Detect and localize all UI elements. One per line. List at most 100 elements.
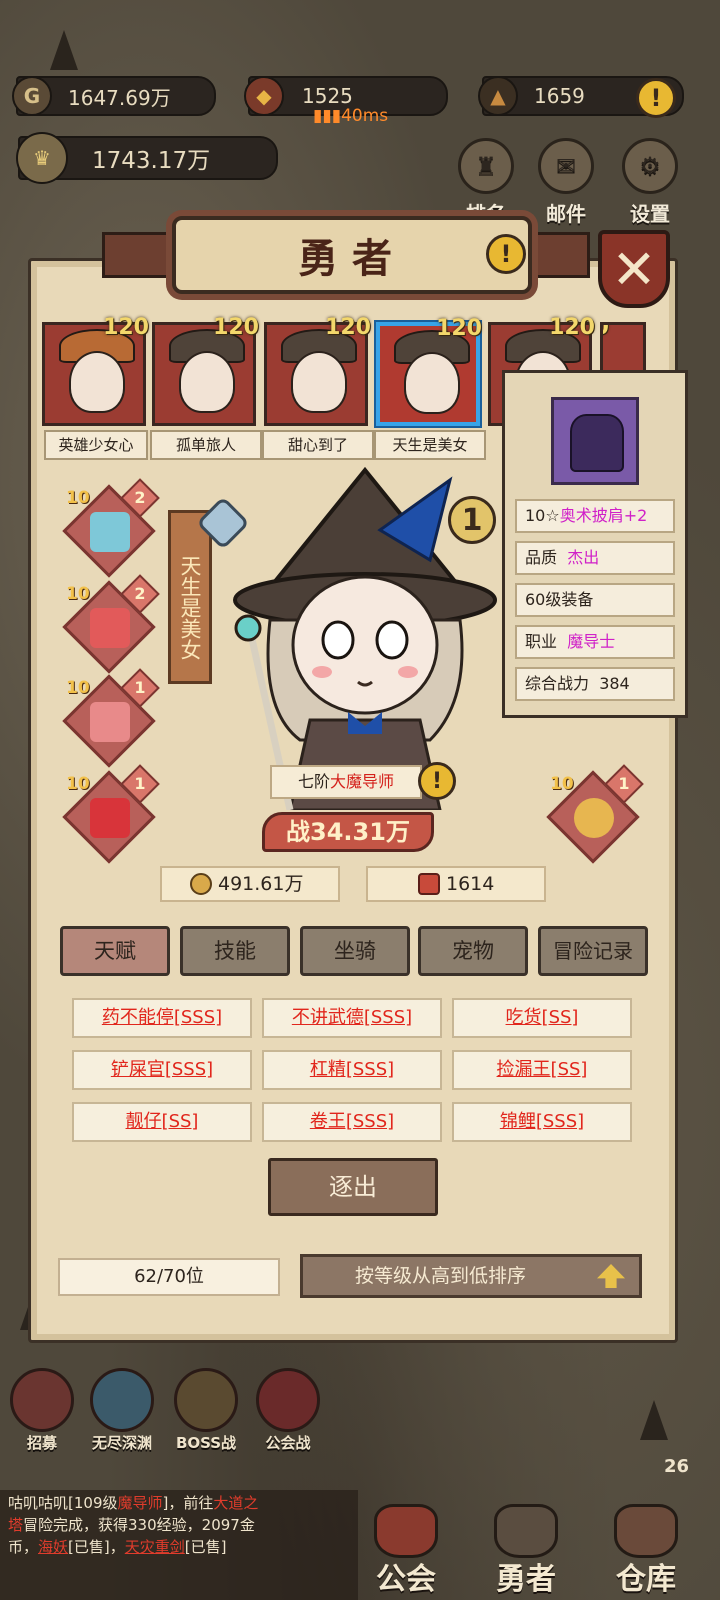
tree-decoration bbox=[50, 30, 78, 70]
ring-icon bbox=[574, 798, 614, 838]
star-level: 10 bbox=[66, 584, 90, 604]
warning-icon[interactable]: ! bbox=[636, 78, 676, 118]
scroll-icon bbox=[418, 873, 440, 895]
talent-item[interactable]: 锦鲤[SSS] bbox=[452, 1102, 632, 1142]
talent-item[interactable]: 杠精[SSS] bbox=[262, 1050, 442, 1090]
star-level: 10 bbox=[66, 488, 90, 508]
boots-icon bbox=[90, 798, 130, 838]
sort-button[interactable]: 按等级从高到低排序 bbox=[300, 1254, 642, 1298]
help-icon[interactable]: ! bbox=[486, 234, 526, 274]
star-level: 10 bbox=[550, 774, 574, 794]
chat-line: 塔冒险完成，获得330经验，2097金 bbox=[8, 1516, 255, 1534]
talent-item[interactable]: 铲屎官[SSS] bbox=[72, 1050, 252, 1090]
talent-item[interactable]: 捡漏王[SS] bbox=[452, 1050, 632, 1090]
gear-icon: ⚙ bbox=[622, 138, 678, 194]
scroll-cost: 1614 bbox=[366, 866, 546, 902]
equipment-slot-weapon[interactable]: 10 2 bbox=[62, 478, 160, 578]
hero-level: 120 bbox=[325, 315, 371, 340]
tab-talent[interactable]: 天赋 bbox=[60, 926, 170, 976]
gem-icon: ▲ bbox=[478, 76, 518, 116]
power-emblem-icon: ♛ bbox=[16, 132, 68, 184]
hero-class-label: 七阶大魔导师 bbox=[270, 765, 422, 799]
hero-portrait[interactable]: 120 bbox=[152, 315, 259, 426]
warehouse-badge: 26 bbox=[664, 1456, 690, 1477]
hero-level: 120 bbox=[549, 315, 595, 340]
hero-level: 120 bbox=[103, 315, 149, 340]
nav-heroes[interactable]: 勇者 bbox=[466, 1500, 586, 1600]
talent-item[interactable]: 药不能停[SSS] bbox=[72, 998, 252, 1038]
star-level: 10 bbox=[66, 678, 90, 698]
hero-face bbox=[404, 352, 460, 414]
item-quality-row: 品质 杰出 bbox=[515, 541, 675, 575]
hero-face bbox=[179, 351, 235, 413]
guild-war-button[interactable]: 公会战 bbox=[248, 1368, 328, 1453]
star-level: 10 bbox=[66, 774, 90, 794]
class-info-icon[interactable]: ! bbox=[418, 762, 456, 800]
mail-icon: ✉ bbox=[538, 138, 594, 194]
expel-button[interactable]: 逐出 bbox=[268, 1158, 438, 1216]
total-power-counter: ♛ 1743.17万 bbox=[16, 132, 278, 184]
staff-icon bbox=[90, 512, 130, 552]
tab-adventure-log[interactable]: 冒险记录 bbox=[538, 926, 648, 976]
hero-title-ribbon: 天生是美女 bbox=[168, 510, 212, 684]
hero-portrait-selected[interactable]: 120 bbox=[376, 316, 482, 426]
ranking-button[interactable]: ♜ 排名 bbox=[450, 138, 522, 227]
hero-portrait[interactable]: 120 bbox=[264, 315, 371, 426]
glove-icon bbox=[90, 702, 130, 742]
cloak-icon bbox=[551, 397, 639, 485]
nav-warehouse[interactable]: 仓库 bbox=[586, 1500, 706, 1600]
tab-skills[interactable]: 技能 bbox=[180, 926, 290, 976]
recruit-button[interactable]: 招募 bbox=[2, 1368, 82, 1453]
chat-log[interactable]: 咕叽咕叽[109级魔导师]，前往大道之 塔冒险完成，获得330经验，2097金 … bbox=[0, 1490, 358, 1600]
hero-level: 120 bbox=[213, 315, 259, 340]
hero-name-label: 英雄少女心 bbox=[44, 430, 148, 460]
hero-face bbox=[69, 351, 125, 413]
equipment-slot-ring[interactable]: 10 1 bbox=[546, 764, 644, 864]
close-button[interactable]: ✕ bbox=[598, 230, 670, 308]
tab-pet[interactable]: 宠物 bbox=[418, 926, 528, 976]
helmet-icon bbox=[174, 1368, 238, 1432]
viking-helmet-icon bbox=[494, 1504, 558, 1558]
talent-item[interactable]: 不讲武德[SSS] bbox=[262, 998, 442, 1038]
settings-button[interactable]: ⚙ 设置 bbox=[614, 138, 686, 227]
tree-decoration bbox=[640, 1400, 668, 1440]
hero-level: 120 bbox=[603, 325, 609, 340]
item-info-popup: 10☆奥术披肩+2 品质 杰出 60级装备 职业 魔导士 综合战力 384 bbox=[502, 370, 688, 718]
level-badge: 1 bbox=[448, 496, 496, 544]
equipment-slot-gloves[interactable]: 10 1 bbox=[62, 668, 160, 768]
item-power-row: 综合战力 384 bbox=[515, 667, 675, 701]
panel-title: 勇者 bbox=[172, 216, 532, 294]
network-ping: ▮▮▮40ms bbox=[313, 106, 389, 126]
gold-coin-icon: G bbox=[12, 76, 52, 116]
equipment-slot-boots[interactable]: 10 1 bbox=[62, 764, 160, 864]
hero-level: 120 bbox=[436, 316, 482, 341]
robe-icon bbox=[90, 608, 130, 648]
nav-guild[interactable]: 公会 bbox=[346, 1500, 466, 1600]
crossed-swords-icon bbox=[256, 1368, 320, 1432]
ranking-icon: ♜ bbox=[458, 138, 514, 194]
chat-line: 币，海妖[已售]，天灾重剑[已售] bbox=[8, 1538, 227, 1556]
recruit-icon bbox=[10, 1368, 74, 1432]
hero-face bbox=[291, 351, 347, 413]
mail-button[interactable]: ✉ 邮件 bbox=[530, 138, 602, 227]
talent-item[interactable]: 靓仔[SS] bbox=[72, 1102, 252, 1142]
guild-icon bbox=[374, 1504, 438, 1558]
warehouse-icon bbox=[614, 1504, 678, 1558]
crest-icon: ◆ bbox=[244, 76, 284, 116]
item-job-row: 职业 魔导士 bbox=[515, 625, 675, 659]
gold-cost: 491.61万 bbox=[160, 866, 340, 902]
talent-item[interactable]: 卷王[SSS] bbox=[262, 1102, 442, 1142]
endless-abyss-button[interactable]: 无尽深渊 bbox=[82, 1368, 162, 1453]
item-level-row: 60级装备 bbox=[515, 583, 675, 617]
hero-portrait[interactable]: 120 bbox=[42, 315, 149, 426]
abyss-icon bbox=[90, 1368, 154, 1432]
hero-combat-power: 战34.31万 bbox=[262, 812, 434, 852]
gold-coin-icon bbox=[190, 873, 212, 895]
tab-mount[interactable]: 坐骑 bbox=[300, 926, 410, 976]
equipment-slot-armor[interactable]: 10 2 bbox=[62, 574, 160, 674]
talent-item[interactable]: 吃货[SS] bbox=[452, 998, 632, 1038]
sort-label: 按等级从高到低排序 bbox=[355, 1265, 527, 1287]
hero-count: 62/70位 bbox=[58, 1258, 280, 1296]
arrow-up-icon bbox=[597, 1264, 625, 1288]
boss-battle-button[interactable]: BOSS战 bbox=[166, 1368, 246, 1453]
